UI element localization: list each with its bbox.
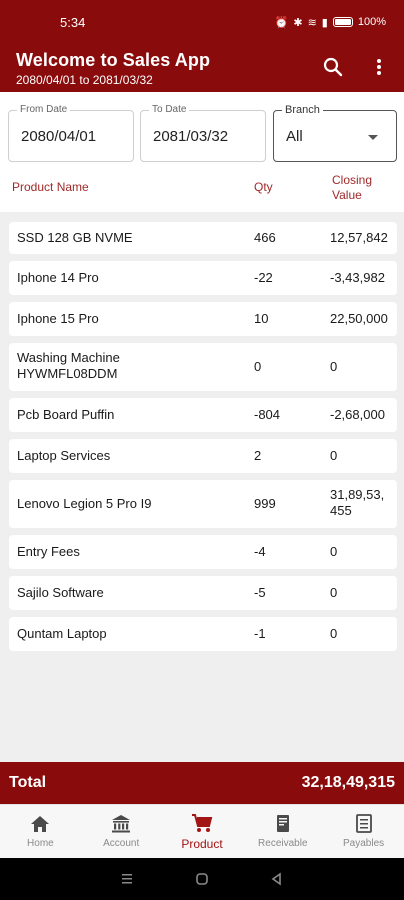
status-icons: ⏰ ✱ ≋ ▮ 100% — [275, 16, 386, 29]
nav-product[interactable]: Product — [162, 805, 243, 858]
product-value-line1: 31,89,53, — [330, 487, 385, 502]
product-value: -3,43,982 — [330, 270, 385, 285]
nav-home-label: Home — [27, 838, 54, 849]
column-header-closing-value-line1: Closing — [332, 173, 373, 187]
product-value: 0 — [330, 626, 338, 641]
product-value-line2: 455 — [330, 503, 352, 518]
home-button-icon[interactable] — [195, 872, 209, 886]
product-name: SSD 128 GB NVME — [17, 230, 133, 245]
system-nav-bar — [0, 858, 404, 900]
to-date-value: 2081/03/32 — [153, 128, 229, 145]
list-item[interactable]: SSD 128 GB NVME 466 12,57,842 — [9, 222, 397, 254]
list-item[interactable]: Laptop Services 2 0 — [9, 439, 397, 473]
list-item[interactable]: Washing Machine HYWMFL08DDM 0 0 — [9, 343, 397, 391]
filter-area: From Date 2080/04/01 To Date 2081/03/32 … — [0, 92, 404, 212]
column-header-qty: Qty — [254, 180, 273, 194]
column-header-product-name: Product Name — [12, 180, 89, 194]
product-qty: 999 — [254, 496, 276, 511]
product-name: Washing Machine HYWMFL08DDM — [17, 350, 120, 382]
nav-receivable-label: Receivable — [258, 838, 308, 849]
total-value: 32,18,49,315 — [301, 774, 395, 791]
list-item[interactable]: Iphone 15 Pro 10 22,50,000 — [9, 302, 397, 336]
product-name: Quntam Laptop — [17, 626, 107, 641]
from-date-label: From Date — [17, 104, 71, 115]
column-header-closing-value-line2: Value — [332, 188, 362, 202]
alarm-icon: ⏰ — [274, 16, 289, 29]
bottom-nav: Home Account Product Receivable Payables — [0, 804, 404, 858]
product-name: Iphone 14 Pro — [17, 270, 99, 285]
product-qty: -1 — [254, 626, 266, 641]
bank-icon — [110, 814, 132, 834]
product-name: Entry Fees — [17, 544, 80, 559]
list-item[interactable]: Entry Fees -4 0 — [9, 535, 397, 569]
battery-level: 100% — [357, 16, 386, 28]
nav-account-label: Account — [103, 838, 140, 849]
cart-icon — [191, 813, 213, 833]
list-icon — [353, 814, 375, 834]
list-item[interactable]: Pcb Board Puffin -804 -2,68,000 — [9, 398, 397, 432]
total-label: Total — [9, 774, 47, 791]
product-qty: 466 — [254, 230, 276, 245]
product-qty: -4 — [254, 544, 266, 559]
more-vert-icon — [377, 59, 381, 75]
to-date-field[interactable]: To Date 2081/03/32 — [140, 104, 266, 162]
product-value: 31,89,53, 455 — [330, 487, 384, 519]
nav-home[interactable]: Home — [0, 805, 81, 858]
nav-receivable[interactable]: Receivable — [242, 805, 323, 858]
total-bar: Total 32,18,49,315 — [0, 762, 404, 804]
product-name: Iphone 15 Pro — [17, 311, 99, 326]
product-value: 0 — [330, 448, 338, 463]
product-name-line2: HYWMFL08DDM — [17, 366, 118, 381]
branch-select[interactable]: Branch All — [273, 104, 397, 162]
product-value: -2,68,000 — [330, 407, 385, 422]
search-icon — [323, 57, 343, 77]
product-list: SSD 128 GB NVME 466 12,57,842 Iphone 14 … — [9, 222, 397, 658]
product-name: Sajilo Software — [17, 585, 104, 600]
product-qty: -22 — [254, 270, 273, 285]
receipt-icon — [272, 814, 294, 834]
to-date-label: To Date — [149, 104, 190, 115]
from-date-field[interactable]: From Date 2080/04/01 — [8, 104, 134, 162]
home-icon — [29, 814, 51, 834]
back-icon[interactable] — [270, 872, 284, 886]
product-value: 0 — [330, 585, 338, 600]
bluetooth-icon: ✱ — [293, 16, 303, 29]
list-item[interactable]: Iphone 14 Pro -22 -3,43,982 — [9, 261, 397, 295]
product-name: Pcb Board Puffin — [17, 407, 115, 422]
list-item[interactable]: Lenovo Legion 5 Pro I9 999 31,89,53, 455 — [9, 480, 397, 528]
product-qty: 0 — [254, 359, 262, 374]
signal-icon: ▮ — [321, 16, 328, 29]
from-date-value: 2080/04/01 — [21, 128, 97, 145]
nav-payables[interactable]: Payables — [323, 805, 404, 858]
list-item[interactable]: Quntam Laptop -1 0 — [9, 617, 397, 651]
product-name: Laptop Services — [17, 448, 111, 463]
recent-apps-icon[interactable] — [120, 872, 134, 886]
chevron-down-icon — [368, 135, 378, 140]
search-button[interactable] — [322, 56, 344, 78]
nav-payables-label: Payables — [343, 838, 385, 849]
branch-label: Branch — [282, 104, 323, 116]
product-qty: 10 — [254, 311, 269, 326]
column-header-closing-value: Closing Value — [332, 173, 372, 203]
more-options-button[interactable] — [368, 56, 390, 78]
wifi-icon: ≋ — [307, 16, 317, 29]
nav-product-label: Product — [181, 836, 223, 851]
product-name: Lenovo Legion 5 Pro I9 — [17, 496, 152, 511]
product-qty: 2 — [254, 448, 262, 463]
status-bar: 5:34 ⏰ ✱ ≋ ▮ 100% — [0, 0, 404, 44]
product-value: 22,50,000 — [330, 311, 388, 326]
product-qty: -5 — [254, 585, 266, 600]
product-value: 0 — [330, 359, 338, 374]
product-value: 0 — [330, 544, 338, 559]
branch-value: All — [286, 128, 303, 145]
nav-account[interactable]: Account — [81, 805, 162, 858]
battery-icon — [332, 17, 353, 27]
status-time: 5:34 — [60, 14, 86, 30]
app-bar: Welcome to Sales App 2080/04/01 to 2081/… — [0, 44, 404, 92]
product-value: 12,57,842 — [330, 230, 388, 245]
product-qty: -804 — [254, 407, 281, 422]
list-item[interactable]: Sajilo Software -5 0 — [9, 576, 397, 610]
product-name-line1: Washing Machine — [17, 350, 120, 365]
